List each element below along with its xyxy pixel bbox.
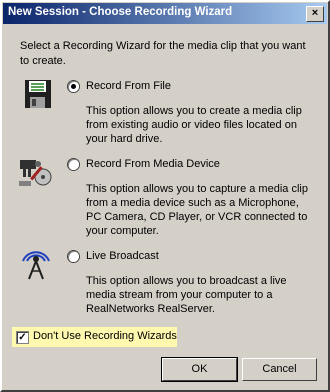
dont-use-wizards-checkbox-row[interactable]: ✓ Don't Use Recording Wizards [12,327,177,347]
cancel-button[interactable]: Cancel [242,358,317,381]
floppy-disk-icon [25,80,51,108]
option-label[interactable]: Live Broadcast [86,250,159,262]
media-device-icon [19,160,52,186]
close-button[interactable]: × [306,6,324,22]
checkbox-label[interactable]: Don't Use Recording Wizards [33,330,177,342]
option-label[interactable]: Record From File [86,80,171,92]
option-description: This option allows you to capture a medi… [86,183,308,237]
radio-live-broadcast[interactable] [68,251,79,262]
intro-text: Select a Recording Wizard for the media … [20,40,306,67]
check-mark-icon: ✓ [18,332,27,343]
ok-button[interactable]: OK [161,357,238,382]
window-title: New Session - Choose Recording Wizard [8,6,233,18]
radio-record-from-media-device[interactable] [68,159,79,170]
broadcast-antenna-icon [22,251,50,280]
title-bar[interactable]: New Session - Choose Recording Wizard × [3,3,327,24]
close-icon: × [311,7,319,19]
option-description: This option allows you to broadcast a li… [86,275,287,315]
radio-record-from-file[interactable] [68,81,79,92]
dialog-window: New Session - Choose Recording Wizard × … [0,0,330,392]
option-label[interactable]: Record From Media Device [86,158,220,170]
dont-use-wizards-checkbox[interactable]: ✓ [16,331,29,344]
option-description: This option allows you to create a media… [86,105,302,145]
